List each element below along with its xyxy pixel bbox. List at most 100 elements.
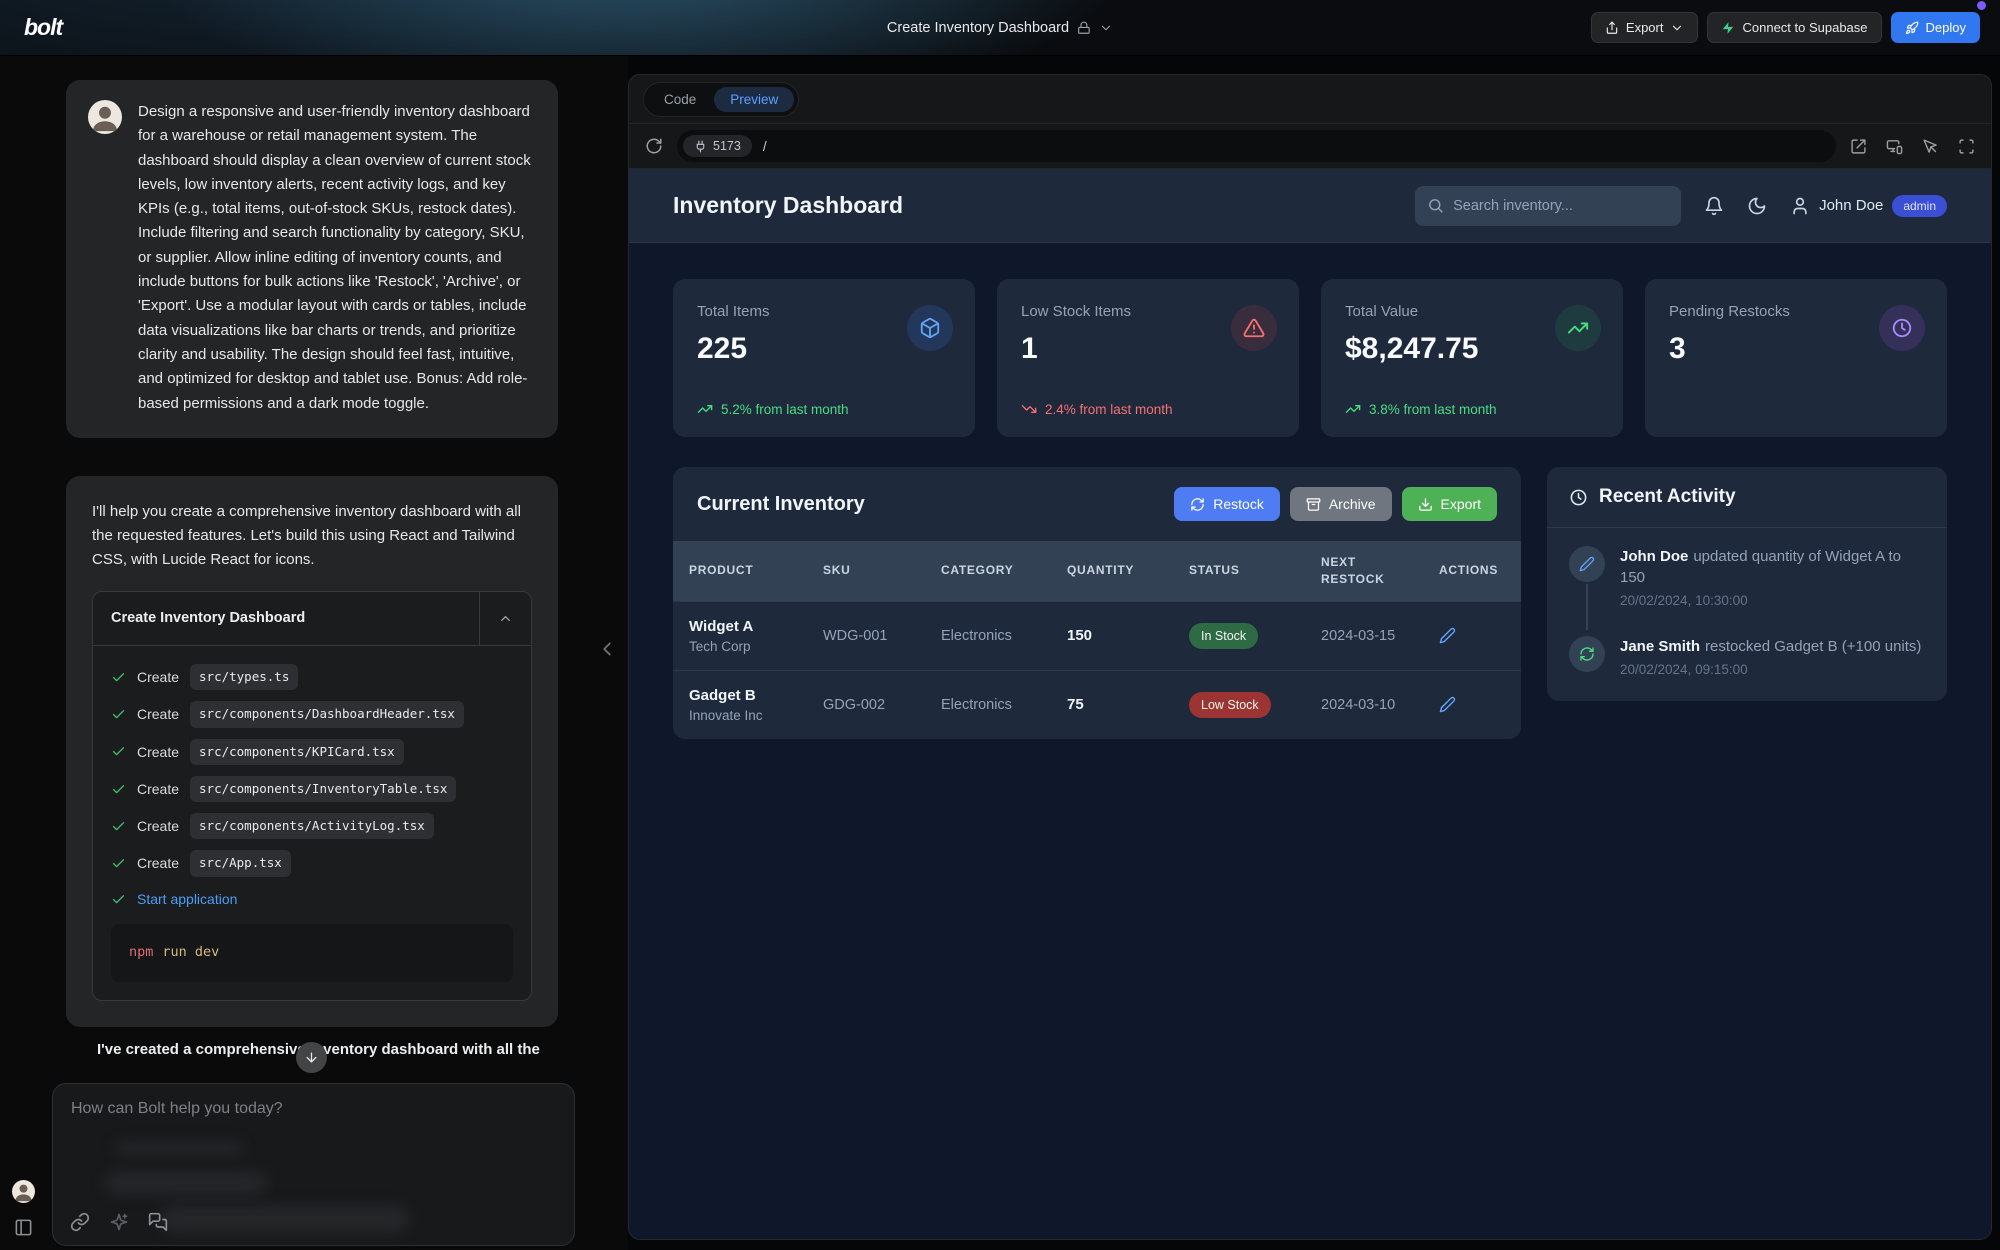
activity-time: 20/02/2024, 10:30:00 xyxy=(1620,593,1925,608)
product-name: Gadget B xyxy=(689,687,791,704)
panel-left-icon[interactable] xyxy=(14,1218,33,1237)
dashboard-main-grid: Current Inventory Restock Archive xyxy=(673,467,1947,739)
col-product: PRODUCT xyxy=(673,541,807,601)
chat-icon[interactable] xyxy=(148,1212,168,1232)
rocket-icon xyxy=(1905,21,1919,35)
url-path: / xyxy=(763,139,767,154)
account-avatar[interactable] xyxy=(12,1180,35,1203)
activity-title: Recent Activity xyxy=(1599,486,1736,508)
chat-panel: Design a responsive and user-friendly in… xyxy=(0,56,628,1250)
restock-button[interactable]: Restock xyxy=(1174,487,1280,521)
devices-icon[interactable] xyxy=(1886,138,1903,155)
pointer-icon[interactable] xyxy=(1922,138,1939,155)
moon-icon[interactable] xyxy=(1747,196,1767,216)
terminal-command: npm run dev xyxy=(111,924,513,982)
collapse-chat-button[interactable] xyxy=(596,638,618,660)
search-input[interactable] xyxy=(1453,198,1669,214)
artifact-title: Create Inventory Dashboard xyxy=(93,592,479,645)
port-pill[interactable]: 5173 xyxy=(683,135,752,157)
table-header-row: PRODUCT SKU CATEGORY QUANTITY STATUS NEX… xyxy=(673,541,1521,601)
preview-controls xyxy=(1850,138,1975,155)
command-name: npm xyxy=(129,944,153,960)
tab-preview[interactable]: Preview xyxy=(714,87,794,112)
step-file[interactable]: src/types.ts xyxy=(190,664,298,690)
check-icon xyxy=(111,892,126,907)
assistant-message: I'll help you create a comprehensive inv… xyxy=(66,476,558,1027)
kpi-trend-text: 3.8% from last month xyxy=(1369,402,1497,417)
sparkles-icon[interactable] xyxy=(109,1212,129,1232)
trending-up-icon xyxy=(1555,305,1601,351)
redacted-blob xyxy=(115,1142,243,1155)
product-quantity[interactable]: 75 xyxy=(1051,670,1173,739)
kpi-pending-restocks: Pending Restocks 3 xyxy=(1645,279,1947,437)
link-icon[interactable] xyxy=(70,1212,90,1232)
step-file[interactable]: src/components/ActivityLog.tsx xyxy=(190,813,434,839)
archive-label: Archive xyxy=(1329,496,1376,512)
product-quantity[interactable]: 150 xyxy=(1051,601,1173,670)
kpi-trend: 3.8% from last month xyxy=(1345,401,1497,417)
kpi-row: Total Items 225 5.2% from last month Low… xyxy=(673,279,1947,437)
activity-action: restocked Gadget B (+100 units) xyxy=(1705,638,1921,655)
clock-icon xyxy=(1879,305,1925,351)
check-icon xyxy=(111,819,126,834)
kpi-trend: 5.2% from last month xyxy=(697,401,849,417)
table-row: Gadget B Innovate Inc GDG-002 Electronic… xyxy=(673,670,1521,739)
kpi-trend-text: 2.4% from last month xyxy=(1045,402,1173,417)
chat-input[interactable] xyxy=(53,1084,574,1144)
step-action: Create xyxy=(137,852,179,875)
inventory-card: Current Inventory Restock Archive xyxy=(673,467,1521,739)
step-action: Create xyxy=(137,741,179,764)
archive-button[interactable]: Archive xyxy=(1290,487,1392,521)
bell-icon[interactable] xyxy=(1704,196,1724,216)
code-preview-toggle: Code Preview xyxy=(643,82,799,117)
clock-icon xyxy=(1569,488,1588,507)
assistant-intro: I'll help you create a comprehensive inv… xyxy=(92,500,532,573)
product-sku: WDG-001 xyxy=(807,601,925,670)
zap-icon xyxy=(1721,21,1735,35)
reload-icon[interactable] xyxy=(645,137,663,155)
start-application-link[interactable]: Start application xyxy=(137,888,237,911)
command-args: run dev xyxy=(162,944,219,960)
pencil-icon[interactable] xyxy=(1439,696,1456,713)
col-category: CATEGORY xyxy=(925,541,1051,601)
step-file[interactable]: src/components/InventoryTable.tsx xyxy=(190,776,456,802)
project-title: Create Inventory Dashboard xyxy=(887,20,1069,36)
artifact-card: Create Inventory Dashboard Create src/ty… xyxy=(92,591,532,1002)
external-link-icon[interactable] xyxy=(1850,138,1867,155)
deploy-button[interactable]: Deploy xyxy=(1891,12,1980,43)
step-file[interactable]: src/components/DashboardHeader.tsx xyxy=(190,701,464,727)
connect-supabase-button[interactable]: Connect to Supabase xyxy=(1707,12,1881,43)
user-name: John Doe xyxy=(1819,197,1883,214)
export-label: Export xyxy=(1626,20,1664,35)
artifact-step: Create src/types.ts xyxy=(111,664,513,690)
inventory-title: Current Inventory xyxy=(697,493,865,516)
export-button[interactable]: Export xyxy=(1591,12,1699,43)
check-icon xyxy=(111,744,126,759)
trending-down-icon xyxy=(1021,401,1037,417)
inventory-table: PRODUCT SKU CATEGORY QUANTITY STATUS NEX… xyxy=(673,541,1521,739)
step-file[interactable]: src/App.tsx xyxy=(190,850,291,876)
kpi-trend-text: 5.2% from last month xyxy=(721,402,849,417)
top-bar: bolt Create Inventory Dashboard Export C… xyxy=(0,0,2000,56)
user-menu[interactable]: John Doe admin xyxy=(1790,195,1947,217)
step-file[interactable]: src/components/KPICard.tsx xyxy=(190,739,404,765)
refresh-icon xyxy=(1190,497,1205,512)
check-icon xyxy=(111,707,126,722)
fullscreen-icon[interactable] xyxy=(1958,138,1975,155)
pencil-icon[interactable] xyxy=(1439,627,1456,644)
start-application-step: Start application xyxy=(111,888,513,911)
activity-list: John Doeupdated quantity of Widget A to … xyxy=(1547,528,1947,701)
scroll-to-bottom-button[interactable] xyxy=(296,1042,327,1073)
search-icon xyxy=(1427,197,1444,214)
col-status: STATUS xyxy=(1173,541,1305,601)
tab-code[interactable]: Code xyxy=(648,87,712,112)
pencil-icon xyxy=(1569,546,1605,582)
dashboard-header-actions: John Doe admin xyxy=(1415,186,1947,226)
project-title-menu[interactable]: Create Inventory Dashboard xyxy=(887,0,1113,56)
plug-icon xyxy=(694,140,707,153)
step-action: Create xyxy=(137,703,179,726)
collapse-artifact-button[interactable] xyxy=(479,592,531,645)
url-field[interactable]: 5173 / xyxy=(677,130,1836,162)
product-name: Widget A xyxy=(689,618,791,635)
export-data-button[interactable]: Export xyxy=(1402,487,1497,521)
